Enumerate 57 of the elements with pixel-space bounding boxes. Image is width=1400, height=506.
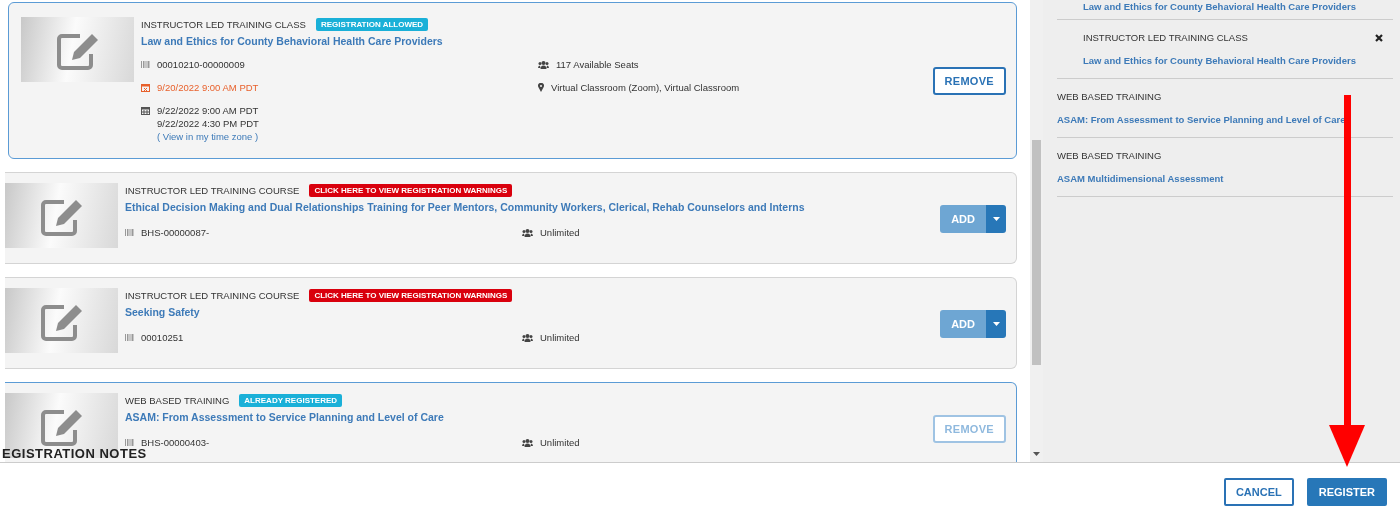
session-time: 9/22/2022 9:00 AM PDT: [157, 105, 259, 116]
dropdown-button[interactable]: [986, 205, 1006, 233]
map-pin-icon: [538, 83, 544, 92]
warnings-link[interactable]: CLICK HERE TO VIEW REGISTRATION WARNINGS: [309, 288, 513, 302]
course-type: INSTRUCTOR LED TRAINING CLASS: [141, 18, 306, 30]
barcode-icon: [125, 439, 134, 446]
users-icon: [522, 333, 533, 342]
caret-icon: [992, 322, 1000, 326]
cancel-button[interactable]: CANCEL: [1223, 478, 1294, 506]
calendar-icon: [141, 83, 150, 92]
course-title-link[interactable]: ASAM: From Assessment to Service Planning and Level of Care: [125, 411, 925, 423]
meta-text: 9/20/2022 9:00 AM PDT: [157, 82, 259, 93]
cart-item-title[interactable]: Law and Ethics for County Behavioral Health Care Providers: [1083, 55, 1356, 66]
register-button[interactable]: REGISTER: [1306, 478, 1387, 506]
add-button[interactable]: ADD: [940, 205, 986, 233]
users-icon: [522, 438, 533, 447]
cart-item-type: WEB BASED TRAINING: [1057, 91, 1163, 102]
users-icon: [538, 60, 549, 69]
scroll-down-icon[interactable]: [1033, 452, 1040, 456]
cart-item-title[interactable]: ASAM Multidimensional Assessment: [1057, 173, 1224, 184]
barcode-icon: [141, 61, 150, 68]
meta-text: Unlimited: [540, 437, 580, 448]
status-badge: ALREADY REGISTERED: [239, 393, 343, 407]
calendar-icon: [141, 106, 150, 115]
course-title-link[interactable]: Ethical Decision Making and Dual Relationships Training for Peer Mentors, Community Workers, Clerical, Rehab Counselors and Interns: [125, 201, 933, 213]
warnings-link[interactable]: CLICK HERE TO VIEW REGISTRATION WARNINGS: [309, 183, 513, 197]
cart-item-title[interactable]: Law and Ethics for County Behavioral Health Care Providers: [1083, 1, 1356, 12]
barcode-icon: [125, 334, 134, 341]
meta-text: Virtual Classroom (Zoom), Virtual Classroom: [551, 82, 740, 93]
course-type: INSTRUCTOR LED TRAINING COURSE: [125, 289, 300, 301]
dropdown-button[interactable]: [986, 310, 1006, 338]
course-title-link[interactable]: Law and Ethics for County Behavioral Health Care Providers: [141, 35, 925, 47]
barcode-icon: [125, 229, 134, 236]
remove-item-button[interactable]: [1375, 34, 1383, 42]
close-icon: [1375, 34, 1383, 42]
cart-item-type: WEB BASED TRAINING: [1057, 150, 1163, 161]
meta-text: Unlimited: [540, 227, 580, 238]
meta-text: 00010251: [141, 332, 184, 343]
section-heading: EGISTRATION NOTES: [2, 446, 147, 461]
cart-item-title[interactable]: ASAM: From Assessment to Service Planning and Level of Care: [1057, 114, 1346, 125]
scrollbar-thumb[interactable]: [1032, 140, 1041, 365]
users-icon: [522, 228, 533, 237]
meta-text: BHS-00000087-: [141, 227, 210, 238]
course-type: WEB BASED TRAINING: [125, 394, 230, 406]
meta-text: Unlimited: [540, 332, 580, 343]
meta-text: 00010210-00000009: [157, 59, 245, 70]
meta-text: 117 Available Seats: [556, 59, 639, 70]
cart-item-type: INSTRUCTOR LED TRAINING CLASS: [1083, 32, 1249, 43]
time-zone-link[interactable]: ( View in my time zone ): [157, 131, 259, 142]
meta-text: BHS-00000403-: [141, 437, 210, 448]
course-title-link[interactable]: Seeking Safety: [125, 306, 933, 318]
remove-button[interactable]: REMOVE: [932, 66, 1006, 95]
caret-icon: [992, 217, 1000, 221]
add-button[interactable]: ADD: [940, 310, 986, 338]
status-badge: REGISTRATION ALLOWED: [315, 17, 429, 31]
session-time: 9/22/2022 4:30 PM PDT: [157, 118, 259, 129]
course-type: INSTRUCTOR LED TRAINING COURSE: [125, 184, 300, 196]
